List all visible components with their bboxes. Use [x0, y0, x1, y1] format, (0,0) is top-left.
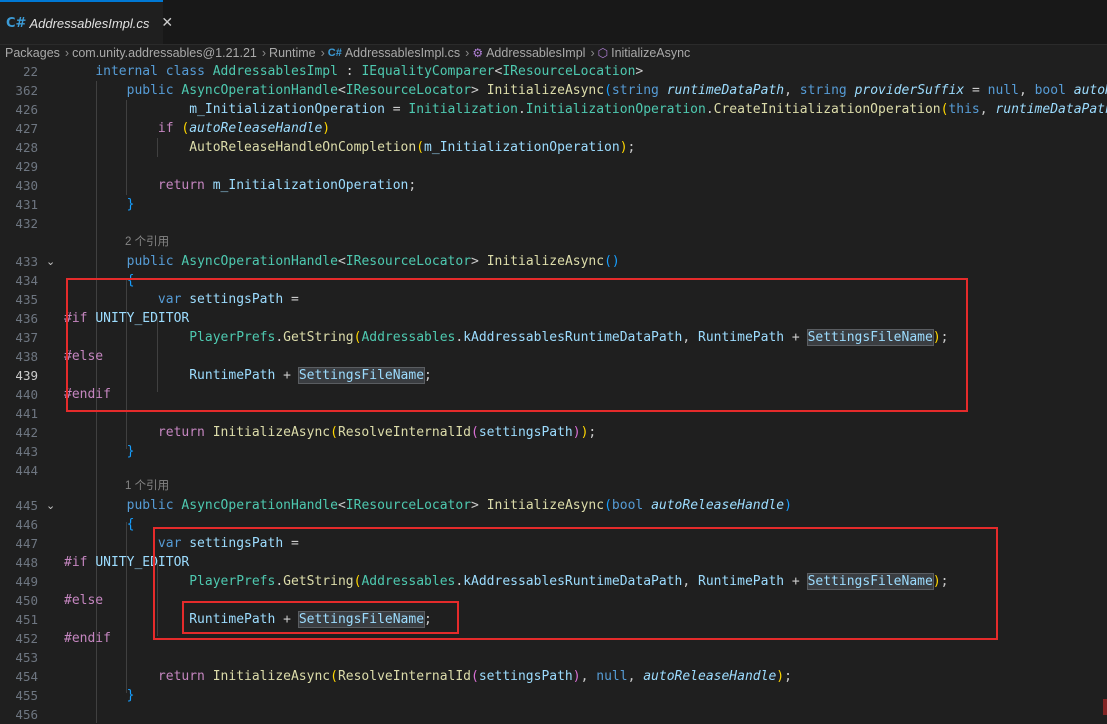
line-number: 427: [15, 121, 38, 136]
line-number: 451: [15, 612, 38, 627]
chevron-right-icon: ›: [261, 46, 267, 60]
code-line: 456: [0, 705, 1107, 724]
line-number: 431: [15, 197, 38, 212]
code-text[interactable]: return InitializeAsync(ResolveInternalId…: [64, 667, 792, 686]
chevron-right-icon: ›: [465, 46, 470, 60]
line-number: 22: [22, 64, 38, 79]
line-number: 445: [15, 498, 38, 513]
annotation-box: [66, 278, 968, 412]
line-number: 449: [15, 574, 38, 589]
code-line: 455 }: [0, 686, 1107, 705]
line-number: 435: [15, 292, 38, 307]
code-line: 433 ⌄ public AsyncOperationHandle<IResou…: [0, 252, 1107, 271]
line-number: 434: [15, 273, 38, 288]
chevron-right-icon: ›: [320, 46, 325, 60]
line-number: 452: [15, 631, 38, 646]
code-line: 445 ⌄ public AsyncOperationHandle<IResou…: [0, 496, 1107, 515]
code-text[interactable]: public AsyncOperationHandle<IResourceLoc…: [64, 496, 792, 515]
line-number: 447: [15, 536, 38, 551]
code-text[interactable]: }: [64, 442, 135, 461]
line-number: 454: [15, 669, 38, 684]
chevron-down-icon[interactable]: ⌄: [46, 496, 55, 515]
line-number: 441: [15, 406, 38, 421]
code-text[interactable]: #endif: [64, 629, 111, 648]
code-text[interactable]: {: [64, 515, 135, 534]
codelens-references[interactable]: 2 个引用: [125, 233, 169, 252]
code-text[interactable]: public AsyncOperationHandle<IResourceLoc…: [64, 81, 1107, 100]
code-line: 454 return InitializeAsync(ResolveIntern…: [0, 667, 1107, 686]
line-number: 430: [15, 178, 38, 193]
code-text[interactable]: if (autoReleaseHandle): [64, 119, 330, 138]
line-number: 439: [15, 368, 38, 383]
line-number: 446: [15, 517, 38, 532]
line-number: 448: [15, 555, 38, 570]
code-text[interactable]: #else: [64, 591, 103, 610]
tab-bar: C# AddressablesImpl.cs ✕: [0, 0, 1107, 45]
code-line: 453: [0, 648, 1107, 667]
breadcrumb-packages[interactable]: Packages: [5, 46, 60, 60]
code-text[interactable]: AutoReleaseHandleOnCompletion(m_Initiali…: [64, 138, 635, 157]
line-number: 450: [15, 593, 38, 608]
line-number: 443: [15, 444, 38, 459]
codelens-row: 1 个引用: [0, 477, 1107, 495]
annotation-box: [182, 601, 459, 634]
line-number: 453: [15, 650, 38, 665]
line-number: 456: [15, 707, 38, 722]
code-line: 22 internal class AddressablesImpl : IEq…: [0, 62, 1107, 81]
csharp-file-icon: C#: [327, 47, 342, 59]
line-number: 436: [15, 311, 38, 326]
method-icon: ⬡: [597, 46, 609, 60]
chevron-down-icon[interactable]: ⌄: [46, 252, 55, 271]
tab-addressables-impl[interactable]: C# AddressablesImpl.cs ✕: [0, 0, 173, 44]
breadcrumb: Packages › com.unity.addressables@1.21.2…: [0, 44, 1107, 62]
line-number: 428: [15, 140, 38, 155]
line-number: 426: [15, 102, 38, 117]
code-text[interactable]: public AsyncOperationHandle<IResourceLoc…: [64, 252, 620, 271]
line-number: 437: [15, 330, 38, 345]
code-line: 443 }: [0, 442, 1107, 461]
codelens-references[interactable]: 1 个引用: [125, 477, 169, 496]
breadcrumb-method[interactable]: InitializeAsync: [611, 46, 690, 60]
breadcrumb-file[interactable]: AddressablesImpl.cs: [345, 46, 460, 60]
code-text[interactable]: }: [64, 686, 135, 705]
line-number: 442: [15, 425, 38, 440]
csharp-file-icon: C#: [6, 15, 27, 31]
breadcrumb-class[interactable]: AddressablesImpl: [486, 46, 585, 60]
line-number: 432: [15, 216, 38, 231]
code-text[interactable]: return InitializeAsync(ResolveInternalId…: [64, 423, 596, 442]
breadcrumb-runtime[interactable]: Runtime: [269, 46, 316, 60]
code-line: 430 return m_InitializationOperation;: [0, 176, 1107, 195]
code-line: 432: [0, 214, 1107, 233]
class-icon: ⚙: [472, 46, 484, 60]
line-number: 362: [15, 83, 38, 98]
code-line: 428 AutoReleaseHandleOnCompletion(m_Init…: [0, 138, 1107, 157]
line-number: 440: [15, 387, 38, 402]
code-line: 362 public AsyncOperationHandle<IResourc…: [0, 81, 1107, 100]
code-line: 431 }: [0, 195, 1107, 214]
code-line: 442 return InitializeAsync(ResolveIntern…: [0, 423, 1107, 442]
line-number: 455: [15, 688, 38, 703]
code-text[interactable]: internal class AddressablesImpl : IEqual…: [64, 62, 643, 81]
code-text[interactable]: }: [64, 195, 135, 214]
code-line: 429: [0, 157, 1107, 176]
close-icon[interactable]: ✕: [161, 15, 173, 31]
line-number: 433: [15, 254, 38, 269]
line-number: 429: [15, 159, 38, 174]
chevron-right-icon: ›: [64, 46, 70, 60]
codelens-row: 2 个引用: [0, 233, 1107, 251]
tab-title: AddressablesImpl.cs: [29, 15, 150, 31]
code-text[interactable]: m_InitializationOperation = Initializati…: [64, 100, 1107, 119]
code-line: 426 m_InitializationOperation = Initiali…: [0, 100, 1107, 119]
code-text[interactable]: return m_InitializationOperation;: [64, 176, 416, 195]
line-number: 438: [15, 349, 38, 364]
code-line: 427 if (autoReleaseHandle): [0, 119, 1107, 138]
scrollbar-marker: [1103, 699, 1107, 715]
code-editor[interactable]: 22 internal class AddressablesImpl : IEq…: [0, 62, 1107, 723]
chevron-right-icon: ›: [590, 46, 595, 60]
breadcrumb-package[interactable]: com.unity.addressables@1.21.21: [72, 46, 257, 60]
